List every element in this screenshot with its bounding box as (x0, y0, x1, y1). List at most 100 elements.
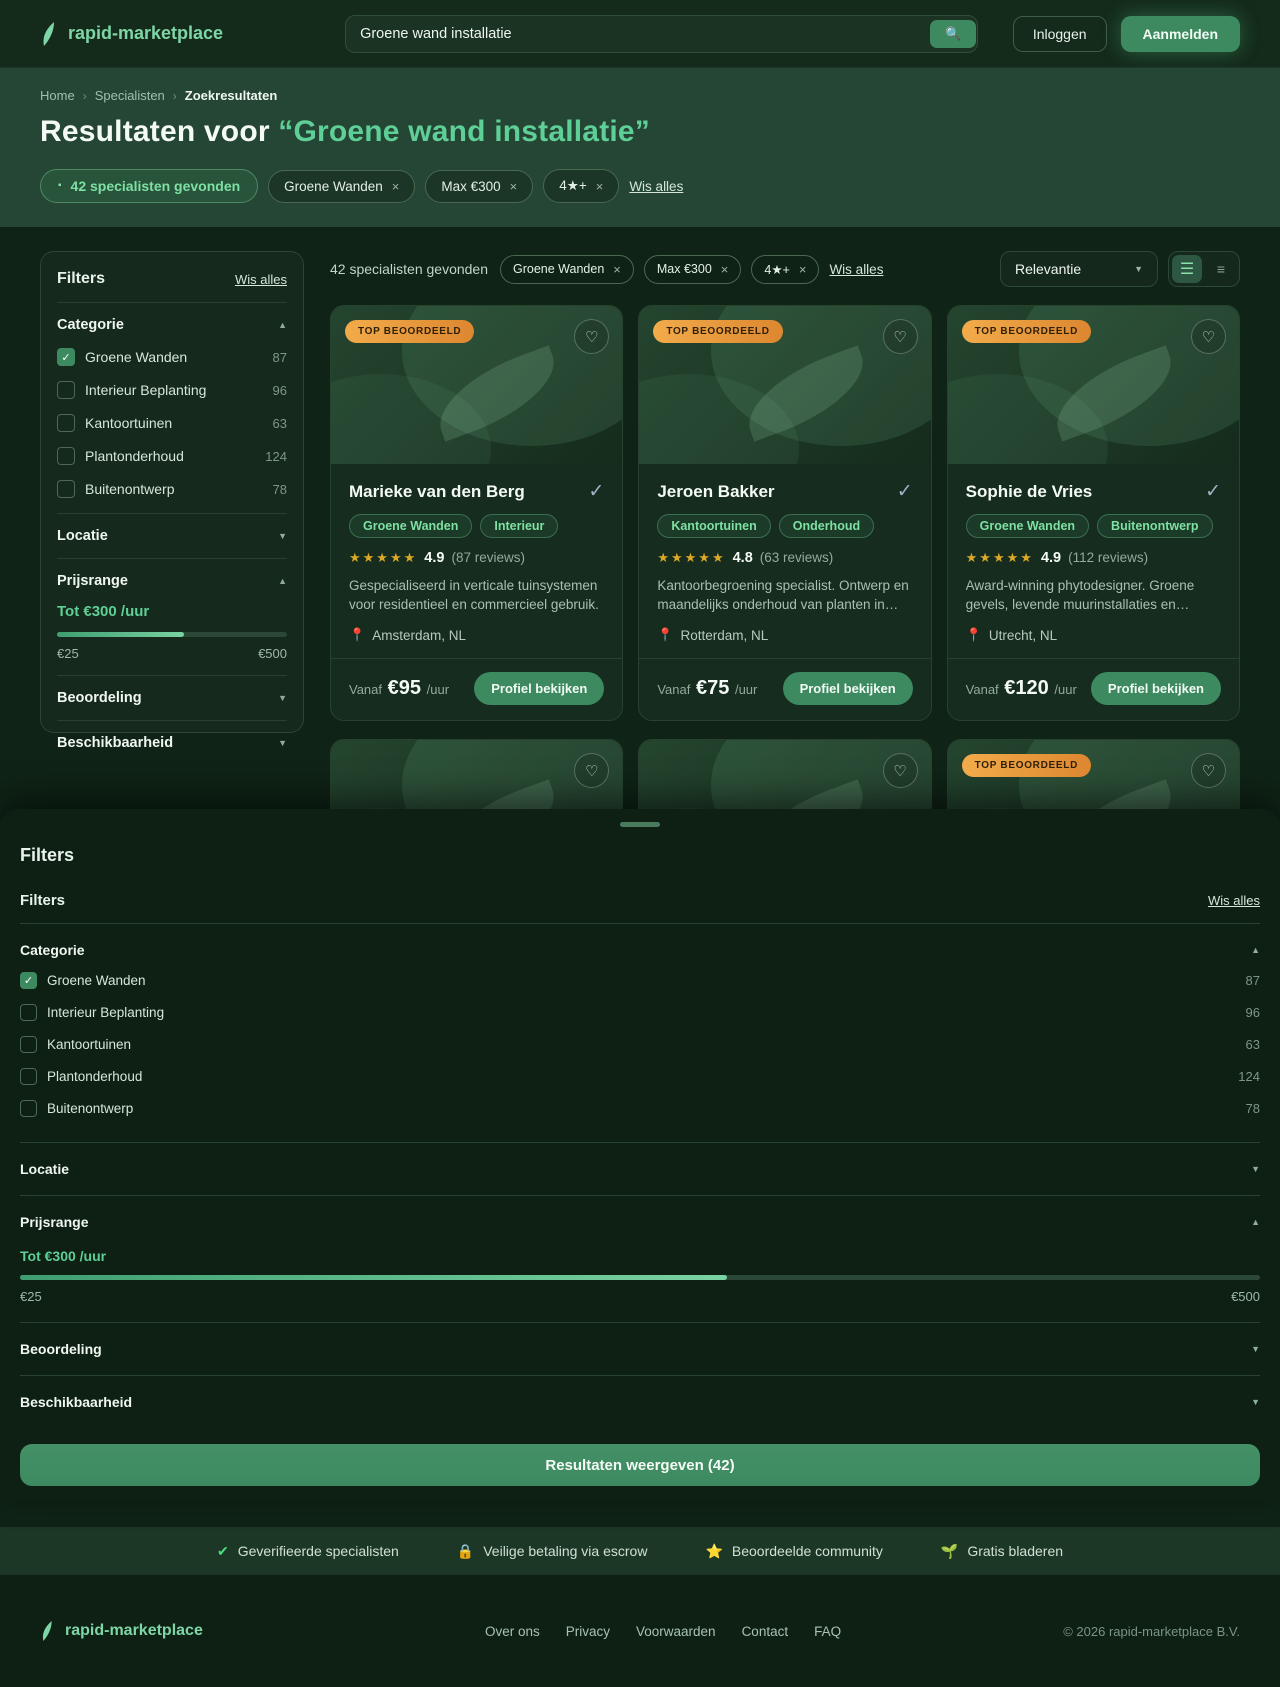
sort-select[interactable]: Relevantie ▼ (1000, 251, 1158, 287)
results-content: Filters Wis alles Categorie ▲ ✓ Groene W… (0, 227, 1280, 809)
specialist-card[interactable]: ♡ (330, 739, 623, 809)
checkbox-icon[interactable] (20, 1004, 37, 1021)
sheet-availability-section-toggle[interactable]: Beschikbaarheid ▼ (20, 1388, 1260, 1416)
sheet-price-range-slider[interactable] (20, 1275, 1260, 1280)
sheet-location-section-toggle[interactable]: Locatie ▼ (20, 1155, 1260, 1183)
sidebar-clear-all-link[interactable]: Wis alles (235, 272, 287, 287)
footer-link-over-ons[interactable]: Over ons (485, 1624, 540, 1639)
price-min-label: €25 (20, 1289, 42, 1304)
sheet-price-current-value: Tot €300 /uur (20, 1248, 1260, 1264)
view-profile-button[interactable]: Profiel bekijken (474, 672, 604, 705)
price-section-toggle[interactable]: Prijsrange ▲ (57, 573, 287, 589)
specialty-tag[interactable]: Buitenontwerp (1097, 514, 1213, 538)
rating-section-toggle[interactable]: Beoordeling ▼ (57, 690, 287, 706)
specialty-tag[interactable]: Onderhoud (779, 514, 874, 538)
specialist-card[interactable]: ♡ (638, 739, 931, 809)
sheet-clear-all-link[interactable]: Wis alles (1208, 893, 1260, 908)
specialty-tag[interactable]: Interieur (480, 514, 558, 538)
toolbar-clear-all-link[interactable]: Wis alles (829, 262, 883, 277)
favorite-button[interactable]: ♡ (1191, 753, 1226, 788)
checkbox-icon[interactable] (57, 447, 75, 465)
toolbar-chip-4-stars[interactable]: 4★+× (751, 255, 819, 284)
specialist-card[interactable]: TOP BEOORDEELD ♡ Jeroen Bakker ✓ Kantoor… (638, 305, 931, 721)
chip-close-icon[interactable]: × (596, 179, 604, 194)
favorite-button[interactable]: ♡ (1191, 319, 1226, 354)
category-checkbox-groene-wanden[interactable]: ✓ Groene Wanden 87 (57, 348, 287, 366)
signup-button[interactable]: Aanmelden (1121, 16, 1240, 52)
filter-chip-max-300[interactable]: Max €300× (425, 170, 533, 203)
sort-value: Relevantie (1015, 261, 1081, 277)
category-checkbox-plantonderhoud[interactable]: Plantonderhoud 124 (57, 447, 287, 465)
sheet-category-checkbox-groene-wanden[interactable]: ✓ Groene Wanden 87 (20, 964, 1260, 996)
toolbar-chip-groene-wanden[interactable]: Groene Wanden× (500, 255, 634, 284)
sheet-price-section-toggle[interactable]: Prijsrange ▲ (20, 1208, 1260, 1236)
availability-section-toggle[interactable]: Beschikbaarheid ▼ (57, 735, 287, 751)
breadcrumb-home[interactable]: Home (40, 88, 75, 103)
show-results-button[interactable]: Resultaten weergeven (42) (20, 1444, 1260, 1486)
search-button[interactable]: 🔍 (930, 20, 976, 48)
footer-link-faq[interactable]: FAQ (814, 1624, 841, 1639)
login-button[interactable]: Inloggen (1013, 16, 1107, 52)
checkbox-icon[interactable] (57, 480, 75, 498)
view-profile-button[interactable]: Profiel bekijken (1091, 672, 1221, 705)
checkbox-icon[interactable] (20, 1100, 37, 1117)
checkbox-icon[interactable] (57, 381, 75, 399)
results-grid-row-2: ♡ ♡ TOP BEOORDEELD ♡ (330, 739, 1240, 809)
checkbox-checked-icon[interactable]: ✓ (57, 348, 75, 366)
checkbox-checked-icon[interactable]: ✓ (20, 972, 37, 989)
card-cover-image: TOP BEOORDEELD ♡ (331, 306, 622, 464)
specialty-tag[interactable]: Groene Wanden (349, 514, 472, 538)
favorite-button[interactable]: ♡ (883, 319, 918, 354)
favorite-button[interactable]: ♡ (883, 753, 918, 788)
sheet-drag-handle[interactable] (620, 822, 660, 827)
sheet-filters-heading: Filters (20, 892, 65, 909)
checkbox-icon[interactable] (57, 414, 75, 432)
price-range-slider[interactable] (57, 632, 287, 637)
specialist-card[interactable]: TOP BEOORDEELD ♡ Sophie de Vries ✓ Groen… (947, 305, 1240, 721)
sheet-category-checkbox-kantoortuinen[interactable]: Kantoortuinen 63 (20, 1028, 1260, 1060)
footer-link-voorwaarden[interactable]: Voorwaarden (636, 1624, 716, 1639)
filters-bottom-sheet: Filters Filters Wis alles Categorie ▲ ✓ … (0, 809, 1280, 1500)
specialty-tag[interactable]: Kantoortuinen (657, 514, 770, 538)
sheet-category-checkbox-buitenontwerp[interactable]: Buitenontwerp 78 (20, 1092, 1260, 1124)
footer-link-privacy[interactable]: Privacy (566, 1624, 610, 1639)
footer-brand[interactable]: rapid-marketplace (40, 1620, 203, 1642)
breadcrumb-specialisten[interactable]: Specialisten (95, 88, 165, 103)
view-toggle: ☰ ≡ (1168, 251, 1240, 287)
toolbar-chip-max-300[interactable]: Max €300× (644, 255, 742, 284)
sheet-category-checkbox-plantonderhoud[interactable]: Plantonderhoud 124 (20, 1060, 1260, 1092)
category-checkbox-kantoortuinen[interactable]: Kantoortuinen 63 (57, 414, 287, 432)
list-view-button[interactable]: ☰ (1172, 255, 1202, 283)
search-input[interactable] (345, 15, 978, 53)
specialty-tag[interactable]: Groene Wanden (966, 514, 1089, 538)
results-grid-row-1: TOP BEOORDEELD ♡ Marieke van den Berg ✓ … (330, 305, 1240, 721)
sheet-category-section-toggle[interactable]: Categorie ▲ (20, 936, 1260, 964)
chip-close-icon[interactable]: × (721, 262, 729, 277)
checkbox-icon[interactable] (20, 1068, 37, 1085)
chip-close-icon[interactable]: × (613, 262, 621, 277)
location-section-toggle[interactable]: Locatie ▼ (57, 528, 287, 544)
filter-chip-groene-wanden[interactable]: Groene Wanden× (268, 170, 415, 203)
sheet-category-checkbox-interieur-beplanting[interactable]: Interieur Beplanting 96 (20, 996, 1260, 1028)
heart-icon: ♡ (1202, 328, 1215, 346)
chip-close-icon[interactable]: × (392, 179, 400, 194)
clear-all-link[interactable]: Wis alles (629, 179, 683, 194)
brand-logo[interactable]: rapid-marketplace (40, 21, 223, 47)
heart-icon: ♡ (585, 328, 598, 346)
category-section-toggle[interactable]: Categorie ▲ (57, 317, 287, 333)
category-count: 124 (1238, 1069, 1260, 1084)
filter-chip-4-stars[interactable]: 4★+× (543, 169, 619, 203)
chip-close-icon[interactable]: × (510, 179, 518, 194)
view-profile-button[interactable]: Profiel bekijken (783, 672, 913, 705)
category-count: 78 (273, 482, 287, 497)
grid-view-button[interactable]: ≡ (1206, 255, 1236, 283)
category-checkbox-interieur-beplanting[interactable]: Interieur Beplanting 96 (57, 381, 287, 399)
specialist-card[interactable]: TOP BEOORDEELD ♡ Marieke van den Berg ✓ … (330, 305, 623, 721)
category-checkbox-buitenontwerp[interactable]: Buitenontwerp 78 (57, 480, 287, 498)
chip-close-icon[interactable]: × (799, 262, 807, 277)
specialist-card[interactable]: TOP BEOORDEELD ♡ (947, 739, 1240, 809)
sheet-rating-section-toggle[interactable]: Beoordeling ▼ (20, 1335, 1260, 1363)
footer-link-contact[interactable]: Contact (742, 1624, 789, 1639)
price-amount: €95 (388, 677, 421, 699)
checkbox-icon[interactable] (20, 1036, 37, 1053)
